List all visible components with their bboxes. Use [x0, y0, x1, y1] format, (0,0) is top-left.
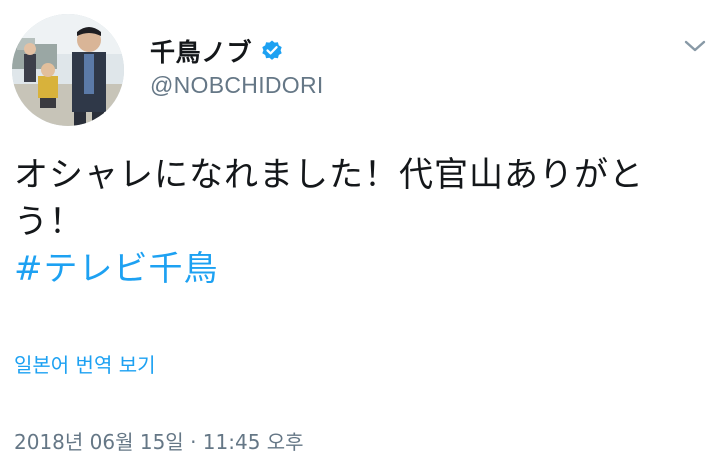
avatar[interactable]: [12, 14, 124, 126]
tweet-text-line: オシャレになれました！代官山ありがと: [14, 155, 644, 195]
tweet-text-line: う！: [14, 202, 84, 242]
tweet-text: オシャレになれました！代官山ありがと う！ #テレビ千鳥: [14, 152, 674, 293]
avatar-photo: [12, 14, 124, 126]
verified-badge-icon: [260, 39, 284, 63]
translate-tweet-link[interactable]: 일본어 번역 보기: [14, 349, 156, 378]
hashtag-link[interactable]: #テレビ千鳥: [14, 249, 219, 289]
chevron-down-icon[interactable]: [681, 36, 709, 56]
author-name-row[interactable]: 千鳥ノブ: [150, 34, 284, 68]
display-name[interactable]: 千鳥ノブ: [150, 33, 252, 69]
tweet-card: 千鳥ノブ @NOBCHIDORI オシャレになれました！代官山ありがと う！ #…: [0, 0, 720, 461]
tweet-timestamp: 2018년 06월 15일 · 11:45 오후: [14, 430, 304, 454]
author-handle[interactable]: @NOBCHIDORI: [150, 72, 324, 99]
